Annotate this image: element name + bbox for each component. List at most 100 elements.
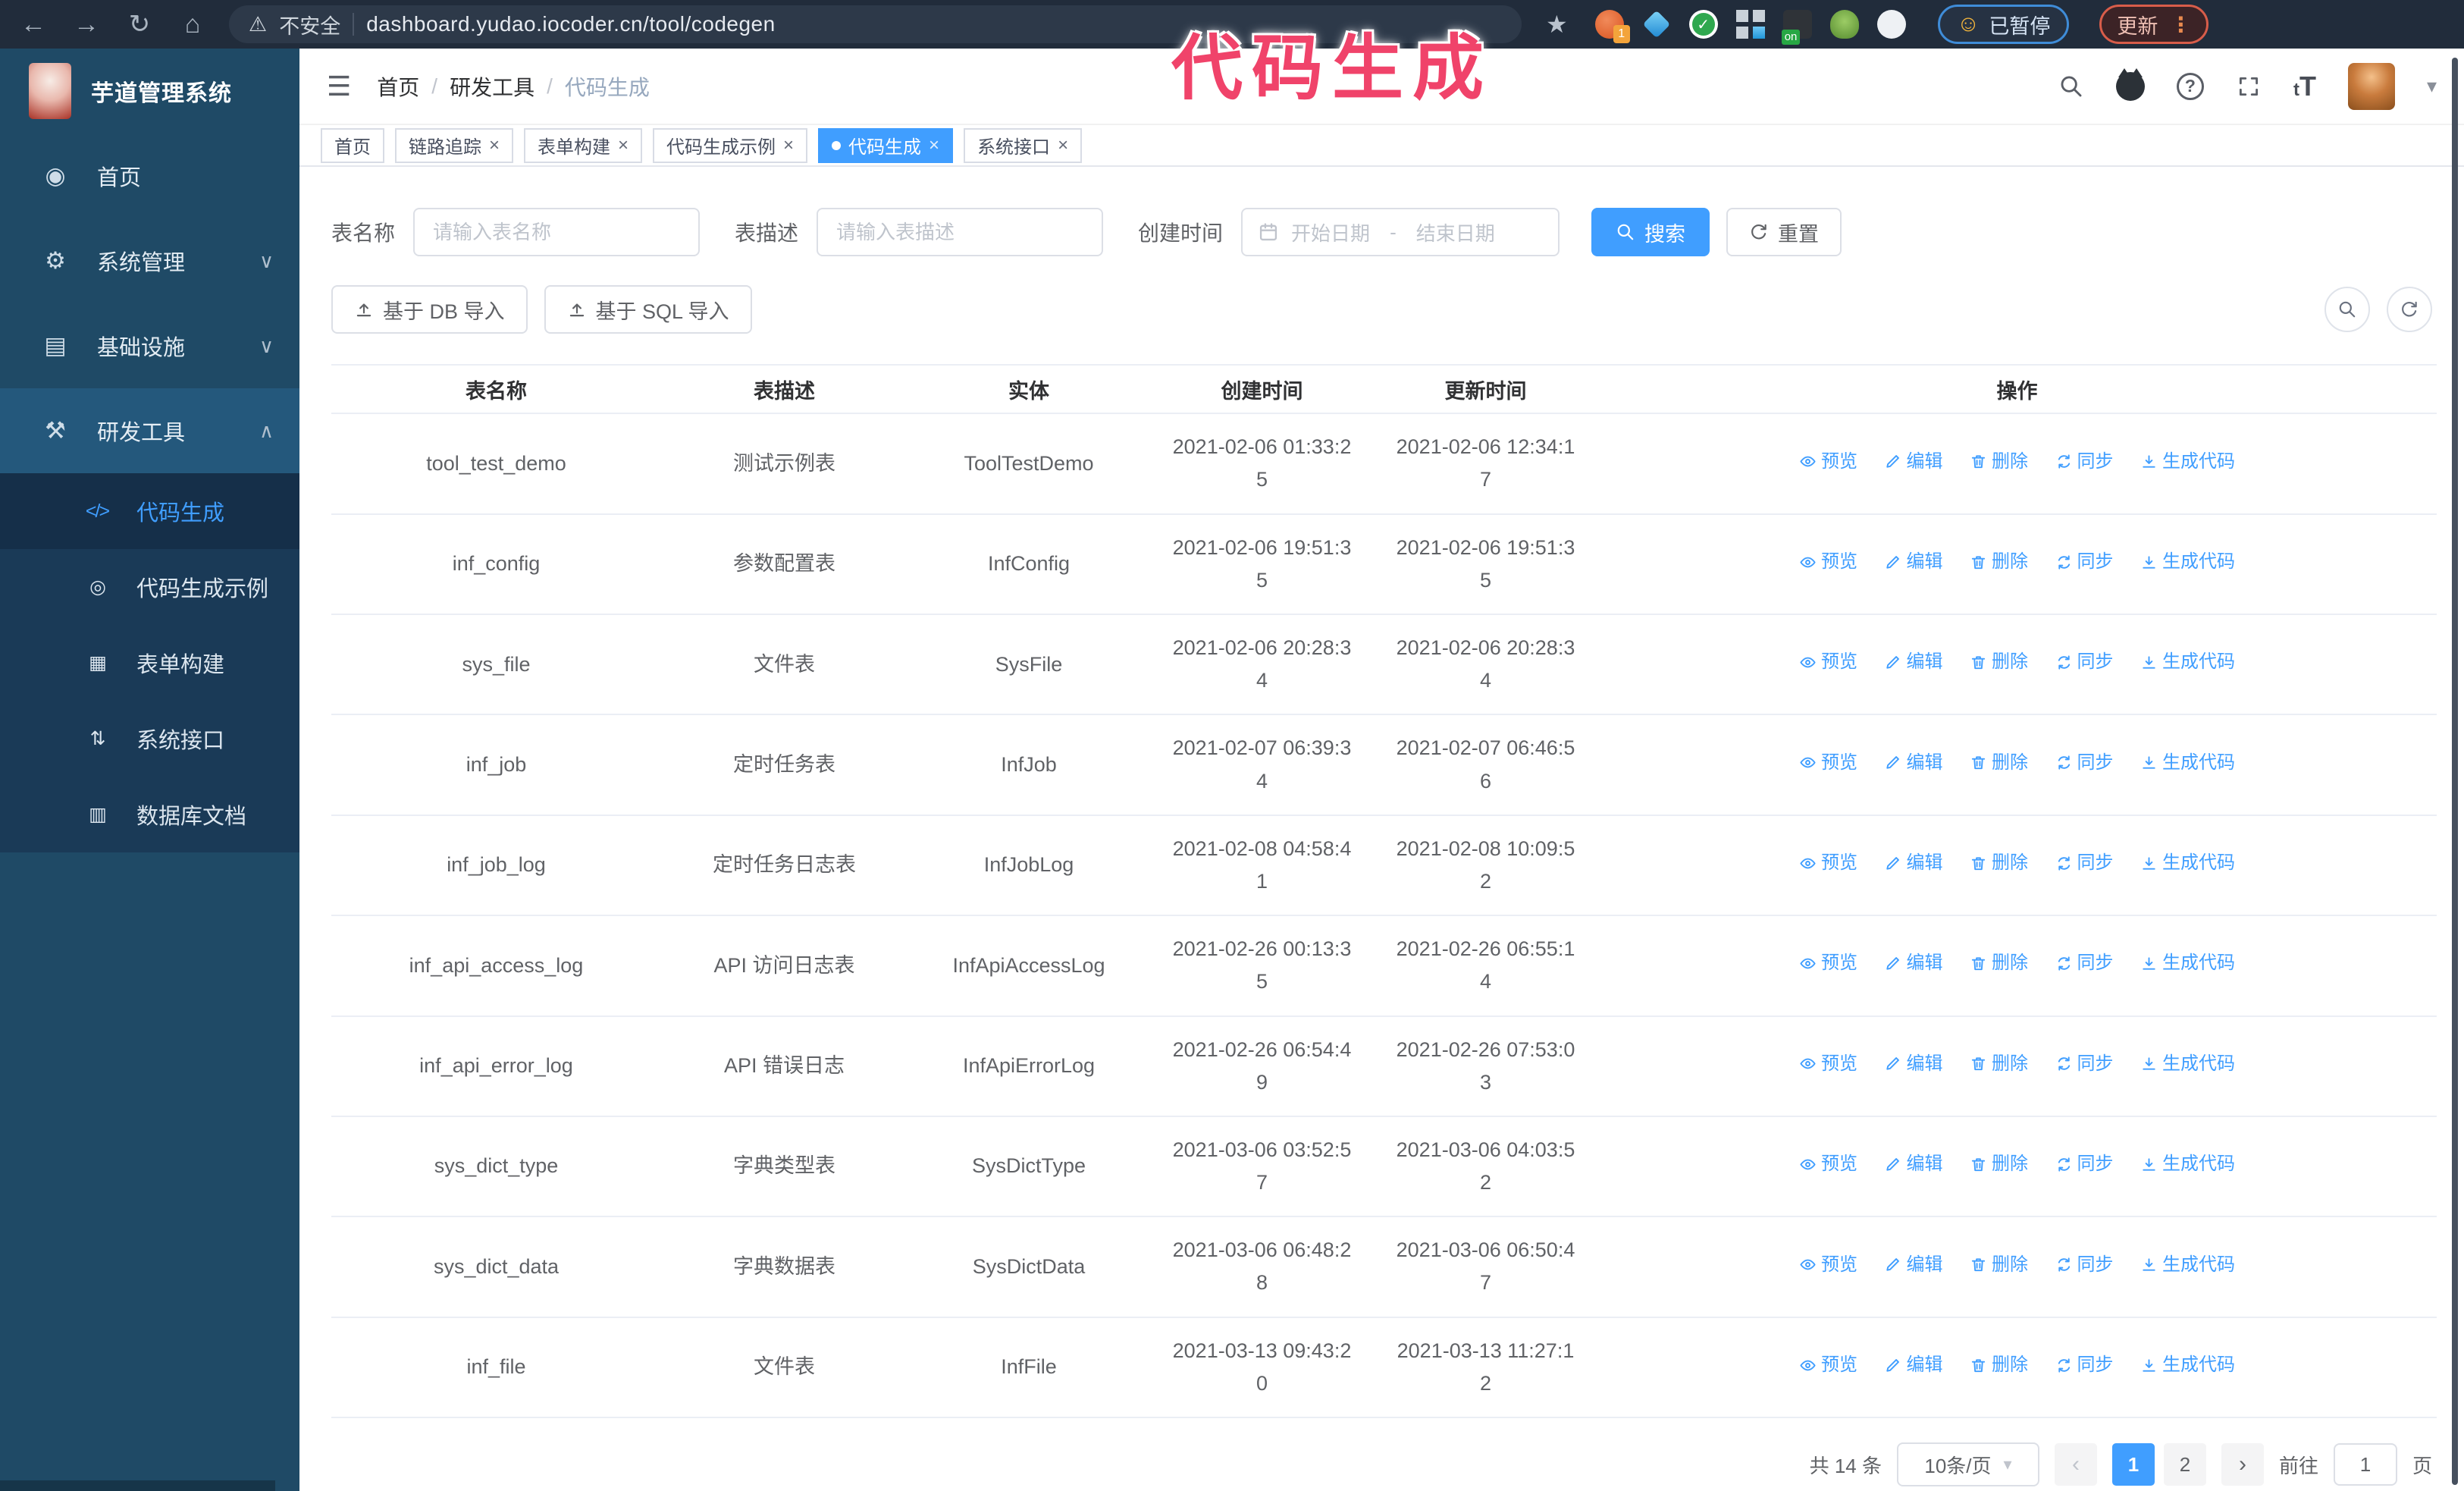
edit-link[interactable]: 编辑 [1884,447,1942,476]
generate-code-link[interactable]: 生成代码 [2140,1251,2235,1279]
prev-page-button[interactable]: ‹ [2054,1443,2097,1486]
generate-code-link[interactable]: 生成代码 [2140,1050,2235,1078]
edit-link[interactable]: 编辑 [1884,1351,1942,1380]
delete-link[interactable]: 删除 [1970,447,2028,476]
sidebar-subitem[interactable]: </> 代码生成 [0,473,299,549]
import-db-button[interactable]: 基于 DB 导入 [331,285,528,334]
sync-link[interactable]: 同步 [2055,749,2114,777]
generate-code-link[interactable]: 生成代码 [2140,548,2235,576]
delete-link[interactable]: 删除 [1970,949,2028,978]
breadcrumb-tools[interactable]: 研发工具 [450,71,534,102]
preview-link[interactable]: 预览 [1799,1351,1857,1380]
delete-link[interactable]: 删除 [1970,648,2028,676]
delete-link[interactable]: 删除 [1970,749,2028,777]
extension-icon[interactable] [1876,10,1906,39]
preview-link[interactable]: 预览 [1799,1150,1857,1179]
delete-link[interactable]: 删除 [1970,1050,2028,1078]
edit-link[interactable]: 编辑 [1884,949,1942,978]
preview-link[interactable]: 预览 [1799,749,1857,777]
preview-link[interactable]: 预览 [1799,447,1857,476]
preview-link[interactable]: 预览 [1799,849,1857,877]
sync-link[interactable]: 同步 [2055,1050,2114,1078]
edit-link[interactable]: 编辑 [1884,1251,1942,1279]
reset-button[interactable]: 重置 [1726,208,1842,257]
home-icon[interactable]: ⌂ [176,10,209,39]
sidebar-item[interactable]: ⚙ 系统管理 ∨ [0,218,299,303]
close-icon[interactable]: × [618,135,629,156]
delete-link[interactable]: 删除 [1970,548,2028,576]
page-size-select[interactable]: 10条/页 ▾ [1896,1442,2039,1486]
edit-link[interactable]: 编辑 [1884,1150,1942,1179]
sidebar-subitem[interactable]: ◎ 代码生成示例 [0,549,299,625]
generate-code-link[interactable]: 生成代码 [2140,1150,2235,1179]
scrollbar[interactable] [2452,58,2458,1485]
fullscreen-icon[interactable] [2236,74,2262,99]
breadcrumb-home[interactable]: 首页 [377,71,419,102]
search-button[interactable]: 搜索 [1591,208,1710,257]
address-bar[interactable]: ⚠ 不安全 dashboard.yudao.iocoder.cn/tool/co… [229,5,1522,43]
view-tab[interactable]: 首页 × [321,127,384,163]
view-tab[interactable]: 链路追踪 × [395,127,514,163]
toggle-search-button[interactable] [2324,287,2370,333]
goto-page-input[interactable] [2333,1443,2397,1486]
chevron-down-icon[interactable]: ▾ [2427,74,2437,98]
generate-code-link[interactable]: 生成代码 [2140,849,2235,877]
sidebar-subitem[interactable]: ⇅ 系统接口 [0,701,299,777]
sync-link[interactable]: 同步 [2055,548,2114,576]
bookmark-star-icon[interactable]: ★ [1546,10,1568,39]
sidebar-item[interactable]: ⚒ 研发工具 ∧ [0,388,299,473]
import-sql-button[interactable]: 基于 SQL 导入 [544,285,752,334]
reload-icon[interactable]: ↻ [123,9,156,39]
search-icon[interactable] [2058,74,2084,99]
close-icon[interactable]: × [1058,135,1068,156]
extension-icon[interactable] [1735,10,1765,39]
date-range-picker[interactable]: 开始日期 - 结束日期 [1241,208,1560,257]
edit-link[interactable]: 编辑 [1884,849,1942,877]
sync-link[interactable]: 同步 [2055,648,2114,676]
extension-icon[interactable]: 1 [1594,10,1630,43]
extension-icon[interactable]: ✓ [1688,10,1718,39]
delete-link[interactable]: 删除 [1970,1251,2028,1279]
preview-link[interactable]: 预览 [1799,648,1857,676]
preview-link[interactable]: 预览 [1799,548,1857,576]
sidebar-subitem[interactable]: ▥ 数据库文档 [0,777,299,852]
extensions-paused-badge[interactable]: ☺ 已暂停 [1937,5,2070,44]
back-icon[interactable]: ← [17,10,50,39]
preview-link[interactable]: 预览 [1799,949,1857,978]
sidebar-item[interactable]: ▤ 基础设施 ∨ [0,303,299,388]
sidebar-scrollbar[interactable] [0,1480,276,1491]
view-tab[interactable]: 系统接口 × [964,127,1083,163]
sidebar-item[interactable]: ◉ 首页 [0,133,299,218]
preview-link[interactable]: 预览 [1799,1050,1857,1078]
forward-icon[interactable]: → [70,10,103,39]
table-desc-input[interactable] [817,208,1104,257]
close-icon[interactable]: × [783,135,794,156]
hamburger-icon[interactable]: ☰ [327,71,351,102]
preview-link[interactable]: 预览 [1799,1251,1857,1279]
sync-link[interactable]: 同步 [2055,1251,2114,1279]
github-icon[interactable] [2115,67,2145,101]
edit-link[interactable]: 编辑 [1884,1050,1942,1078]
delete-link[interactable]: 删除 [1970,1351,2028,1380]
table-name-input[interactable] [413,208,701,257]
update-button[interactable]: 更新 ⋮ [2099,5,2209,44]
generate-code-link[interactable]: 生成代码 [2140,447,2235,476]
generate-code-link[interactable]: 生成代码 [2140,1351,2235,1380]
refresh-table-button[interactable] [2387,287,2432,333]
sidebar-subitem[interactable]: ▦ 表单构建 [0,625,299,701]
edit-link[interactable]: 编辑 [1884,749,1942,777]
view-tab[interactable]: 代码生成示例 × [653,127,808,163]
edit-link[interactable]: 编辑 [1884,648,1942,676]
delete-link[interactable]: 删除 [1970,1150,2028,1179]
page-number-button[interactable]: 1 [2111,1443,2155,1486]
sync-link[interactable]: 同步 [2055,1150,2114,1179]
generate-code-link[interactable]: 生成代码 [2140,949,2235,978]
font-size-icon[interactable]: tT [2293,71,2316,102]
extension-icon[interactable] [1642,10,1671,39]
sync-link[interactable]: 同步 [2055,949,2114,978]
sync-link[interactable]: 同步 [2055,1351,2114,1380]
avatar[interactable] [2347,62,2395,110]
generate-code-link[interactable]: 生成代码 [2140,749,2235,777]
extension-icon[interactable]: on [1781,10,1812,45]
view-tab[interactable]: 表单构建 × [524,127,643,163]
